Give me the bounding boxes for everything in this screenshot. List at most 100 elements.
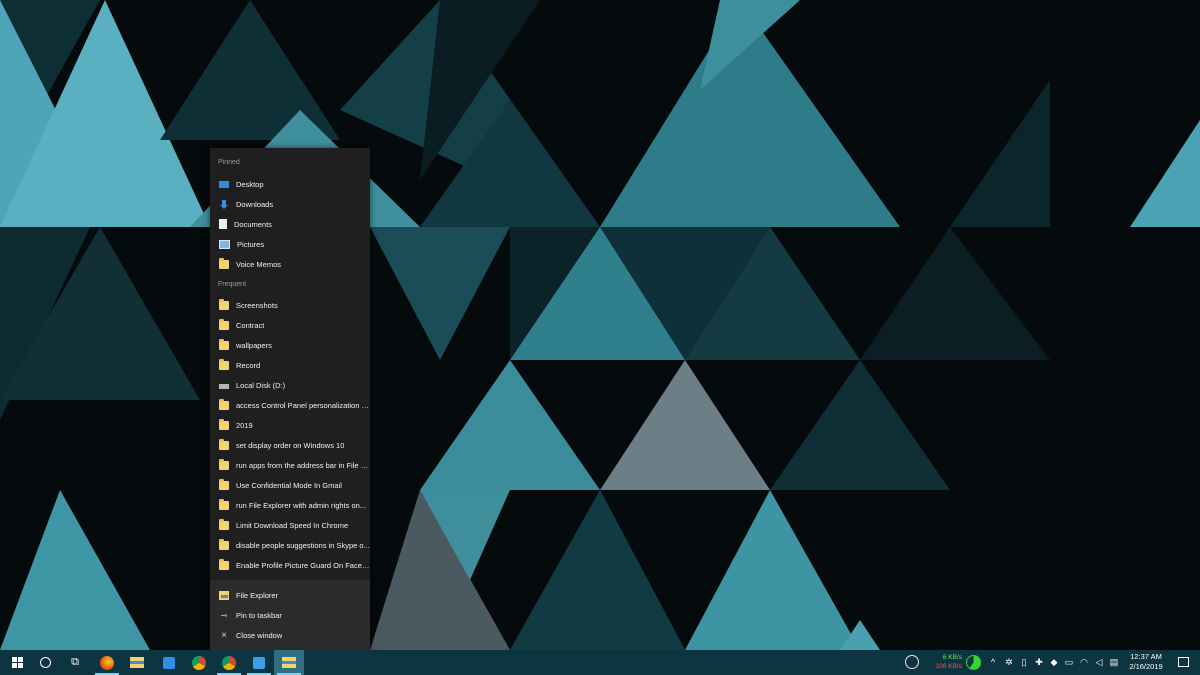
file-explorer-pinned-button[interactable] [122,650,152,675]
frequent-item-label: access Control Panel personalization se.… [236,400,370,410]
wifi-icon[interactable]: ◠ [1079,657,1089,668]
folder-icon [219,538,229,550]
task-open-file-explorer[interactable]: File Explorer [210,585,370,605]
frequent-item-label: 2019 [236,420,253,430]
pinned-item-pictures[interactable]: Pictures [210,234,370,254]
frequent-item-label: Record [236,360,261,370]
volume-icon[interactable]: ◁ [1094,657,1104,668]
frequent-section-label: Frequent [218,281,247,288]
frequent-item[interactable]: Limit Download Speed In Chrome [210,515,370,535]
folder-icon [219,498,229,510]
frequent-item-label: set display order on Windows 10 [236,440,345,450]
frequent-item[interactable]: disable people suggestions in Skype o... [210,535,370,555]
pinned-item-label: Voice Memos [236,259,282,269]
frequent-item-label: run apps from the address bar in File E.… [236,460,370,470]
frequent-item[interactable]: Screenshots [210,295,370,315]
folder-icon [219,438,229,450]
downloads-icon [219,199,229,209]
folder-icon [219,398,229,410]
pinned-item-label: Pictures [237,239,265,249]
frequent-item[interactable]: wallpapers [210,335,370,355]
app-button[interactable] [154,650,184,675]
pinned-item-label: Documents [234,219,272,229]
taskbar: ⧉ 6 KB/s 336 KB/s ^ ✲ ▯ ✚ ◆ ▭ ◠ ◁ ▤ 12:3… [0,650,1200,675]
task-view-button[interactable]: ⧉ [60,650,90,675]
cpu-usage-icon[interactable] [966,655,981,670]
folder-icon [219,338,229,350]
file-explorer-active-button[interactable] [274,650,304,675]
folder-icon [219,458,229,470]
frequent-item[interactable]: access Control Panel personalization se.… [210,395,370,415]
frequent-item-label: Contract [236,320,265,330]
pinned-item-downloads[interactable]: Downloads [210,194,370,214]
windows-logo-icon [11,657,23,668]
action-center-icon[interactable] [1178,657,1189,667]
task-pin-to-taskbar[interactable]: ⊸ Pin to taskbar [210,605,370,625]
firefox-icon [100,655,114,670]
pinned-section-label: Pinned [218,159,240,166]
frequent-item-label: Screenshots [236,300,278,310]
folder-icon [219,318,229,330]
task-view-icon: ⧉ [71,656,79,668]
folder-icon [219,298,229,310]
folder-icon [219,358,229,370]
pin-icon: ⊸ [220,610,228,620]
frequent-item[interactable]: 2019 [210,415,370,435]
folder-icon [130,657,144,668]
app-button-2[interactable] [244,650,274,675]
start-button[interactable] [2,650,32,675]
frequent-item[interactable]: Use Confidential Mode In Gmail [210,475,370,495]
desktop-icon [219,180,229,188]
frequent-item[interactable]: Contract [210,315,370,335]
frequent-item[interactable]: run File Explorer with admin rights on..… [210,495,370,515]
frequent-item-label: Enable Profile Picture Guard On Faceb... [236,560,370,570]
drive-icon [219,384,229,389]
firefox-button[interactable] [92,650,122,675]
folder-icon [219,518,229,530]
clock[interactable]: 12:37 AM 2/16/2019 [1122,652,1170,672]
frequent-item[interactable]: Local Disk (D:) [210,375,370,395]
frequent-item[interactable]: Enable Profile Picture Guard On Faceb... [210,555,370,575]
jump-list-tasks: File Explorer ⊸ Pin to taskbar × Close w… [210,580,370,650]
file-explorer-icon [219,590,229,600]
folder-icon [219,478,229,490]
pinned-item-label: Downloads [236,199,274,209]
chevron-up-icon[interactable]: ^ [988,657,998,668]
keyboard-icon[interactable]: ▤ [1108,657,1120,668]
folder-icon [282,657,296,668]
chrome-button[interactable] [184,650,214,675]
dropbox-icon[interactable]: ◆ [1049,657,1059,668]
pinned-item-label: Desktop [236,179,264,189]
security-icon[interactable]: ✚ [1034,657,1044,668]
network-speed-monitor[interactable]: 6 KB/s 336 KB/s [926,653,962,671]
task-close-window[interactable]: × Close window [210,625,370,645]
battery-icon[interactable]: ▭ [1064,657,1074,668]
frequent-item-label: Local Disk (D:) [236,380,286,390]
close-icon: × [221,629,227,641]
folder-icon [219,257,229,269]
performance-meter-icon[interactable] [905,655,919,669]
settings-tray-icon[interactable]: ✲ [1004,657,1014,668]
frequent-item[interactable]: set display order on Windows 10 [210,435,370,455]
clock-time: 12:37 AM [1130,652,1162,661]
task-label: Close window [236,630,283,640]
task-label: File Explorer [236,590,279,600]
folder-icon [219,558,229,570]
frequent-item[interactable]: Record [210,355,370,375]
usb-icon[interactable]: ▯ [1019,657,1029,668]
app-icon [163,656,175,669]
frequent-item[interactable]: run apps from the address bar in File E.… [210,455,370,475]
cortana-button[interactable] [30,650,60,675]
task-label: Pin to taskbar [236,610,282,620]
app-icon [253,656,265,669]
pinned-item-voice-memos[interactable]: Voice Memos [210,254,370,274]
pictures-icon [219,239,230,249]
chrome-second-button[interactable] [214,650,244,675]
download-speed: 336 KB/s [935,663,962,670]
pinned-item-desktop[interactable]: Desktop [210,174,370,194]
frequent-item-label: Use Confidential Mode In Gmail [236,480,342,490]
file-explorer-jump-list: Pinned Desktop Downloads Documents Pictu… [210,148,370,650]
folder-icon [219,418,229,430]
pinned-item-documents[interactable]: Documents [210,214,370,234]
cortana-circle-icon [39,657,51,668]
